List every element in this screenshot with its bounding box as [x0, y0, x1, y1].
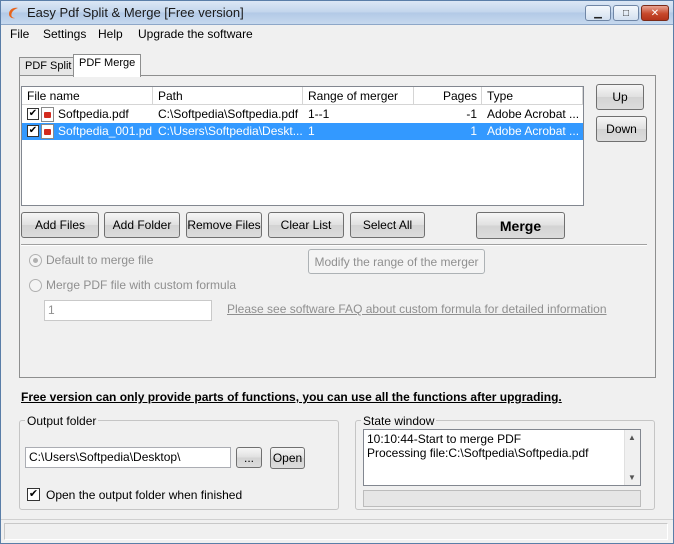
table-row[interactable]: ✔ Softpedia.pdf C:\Softpedia\Softpedia.p… [22, 106, 583, 123]
faq-link[interactable]: Please see software FAQ about custom for… [227, 302, 607, 316]
minimize-icon: ▁ [594, 7, 602, 19]
move-up-button[interactable]: Up [596, 84, 644, 110]
output-folder-label: Output folder [25, 414, 99, 428]
clear-list-button[interactable]: Clear List [268, 212, 344, 238]
output-path-input[interactable]: C:\Users\Softpedia\Desktop\ [25, 447, 231, 468]
upgrade-notice: Free version can only provide parts of f… [21, 390, 562, 404]
list-header: File name Path Range of merger Pages Typ… [22, 87, 583, 105]
file-list[interactable]: File name Path Range of merger Pages Typ… [21, 86, 584, 206]
close-button[interactable]: ✕ [641, 5, 669, 21]
column-file-name[interactable]: File name [22, 87, 153, 105]
scroll-down-icon[interactable]: ▼ [628, 473, 636, 482]
separator-line [21, 244, 647, 246]
maximize-button[interactable]: □ [613, 5, 639, 21]
open-when-finished-checkbox[interactable]: ✔ [27, 488, 40, 501]
open-folder-button[interactable]: Open [270, 447, 305, 469]
state-log-line: 10:10:44-Start to merge PDF [367, 432, 522, 446]
pdf-file-icon [41, 107, 54, 122]
select-all-button[interactable]: Select All [350, 212, 425, 238]
state-log[interactable]: 10:10:44-Start to merge PDF Processing f… [363, 429, 641, 486]
scroll-up-icon[interactable]: ▲ [628, 433, 636, 442]
default-merge-label: Default to merge file [46, 253, 154, 267]
cell-pages: -1 [466, 107, 477, 121]
app-swirl-icon [9, 7, 18, 19]
status-bar [1, 519, 673, 543]
move-down-button[interactable]: Down [596, 116, 647, 142]
cell-file-name: Softpedia_001.pdf [58, 124, 152, 138]
table-row[interactable]: ✔ Softpedia_001.pdf C:\Users\Softpedia\D… [22, 123, 583, 140]
column-range[interactable]: Range of merger [303, 87, 414, 105]
progress-bar [363, 490, 641, 507]
remove-files-button[interactable]: Remove Files [186, 212, 262, 238]
custom-formula-label: Merge PDF file with custom formula [46, 278, 237, 292]
add-files-button[interactable]: Add Files [21, 212, 99, 238]
menu-file[interactable]: File [10, 27, 29, 41]
maximize-icon: □ [622, 7, 630, 19]
cell-type: Adobe Acrobat ... [487, 107, 580, 121]
column-pages[interactable]: Pages [414, 87, 482, 105]
state-window-label: State window [361, 414, 437, 428]
open-when-finished-label: Open the output folder when finished [46, 488, 243, 502]
row-checkbox[interactable]: ✔ [27, 125, 39, 137]
cell-range: 1 [308, 124, 315, 138]
formula-input[interactable]: 1 [44, 300, 212, 321]
menu-bar: File Settings Help Upgrade the software [1, 25, 673, 44]
menu-help[interactable]: Help [98, 27, 123, 41]
title-bar[interactable]: Easy Pdf Split & Merge [Free version] ▁ … [1, 1, 673, 25]
custom-formula-radio[interactable] [29, 279, 42, 292]
merge-button[interactable]: Merge [476, 212, 565, 239]
status-panel [4, 523, 668, 540]
minimize-button[interactable]: ▁ [585, 5, 611, 21]
default-merge-radio[interactable] [29, 254, 42, 267]
close-icon: ✕ [650, 7, 660, 19]
window-title: Easy Pdf Split & Merge [Free version] [27, 5, 244, 20]
modify-range-button[interactable]: Modify the range of the merger [308, 249, 485, 274]
pdf-file-icon [41, 124, 54, 139]
state-log-line: Processing file:C:\Softpedia\Softpedia.p… [367, 446, 589, 460]
tab-pdf-split[interactable]: PDF Split [19, 57, 78, 76]
row-checkbox[interactable]: ✔ [27, 108, 39, 120]
cell-pages: 1 [470, 124, 477, 138]
cell-path: C:\Softpedia\Softpedia.pdf [158, 107, 299, 121]
add-folder-button[interactable]: Add Folder [104, 212, 180, 238]
cell-file-name: Softpedia.pdf [58, 107, 129, 121]
cell-path: C:\Users\Softpedia\Deskt... [158, 124, 302, 138]
tab-pdf-merge[interactable]: PDF Merge [73, 54, 142, 77]
column-path[interactable]: Path [153, 87, 303, 105]
cell-range: 1--1 [308, 107, 330, 121]
browse-button[interactable]: ... [236, 447, 262, 468]
menu-upgrade[interactable]: Upgrade the software [138, 27, 253, 41]
menu-settings[interactable]: Settings [43, 27, 86, 41]
main-window: Easy Pdf Split & Merge [Free version] ▁ … [0, 0, 674, 544]
state-log-scrollbar[interactable]: ▲ ▼ [624, 430, 640, 485]
cell-type: Adobe Acrobat ... [487, 124, 580, 138]
column-type[interactable]: Type [482, 87, 583, 105]
